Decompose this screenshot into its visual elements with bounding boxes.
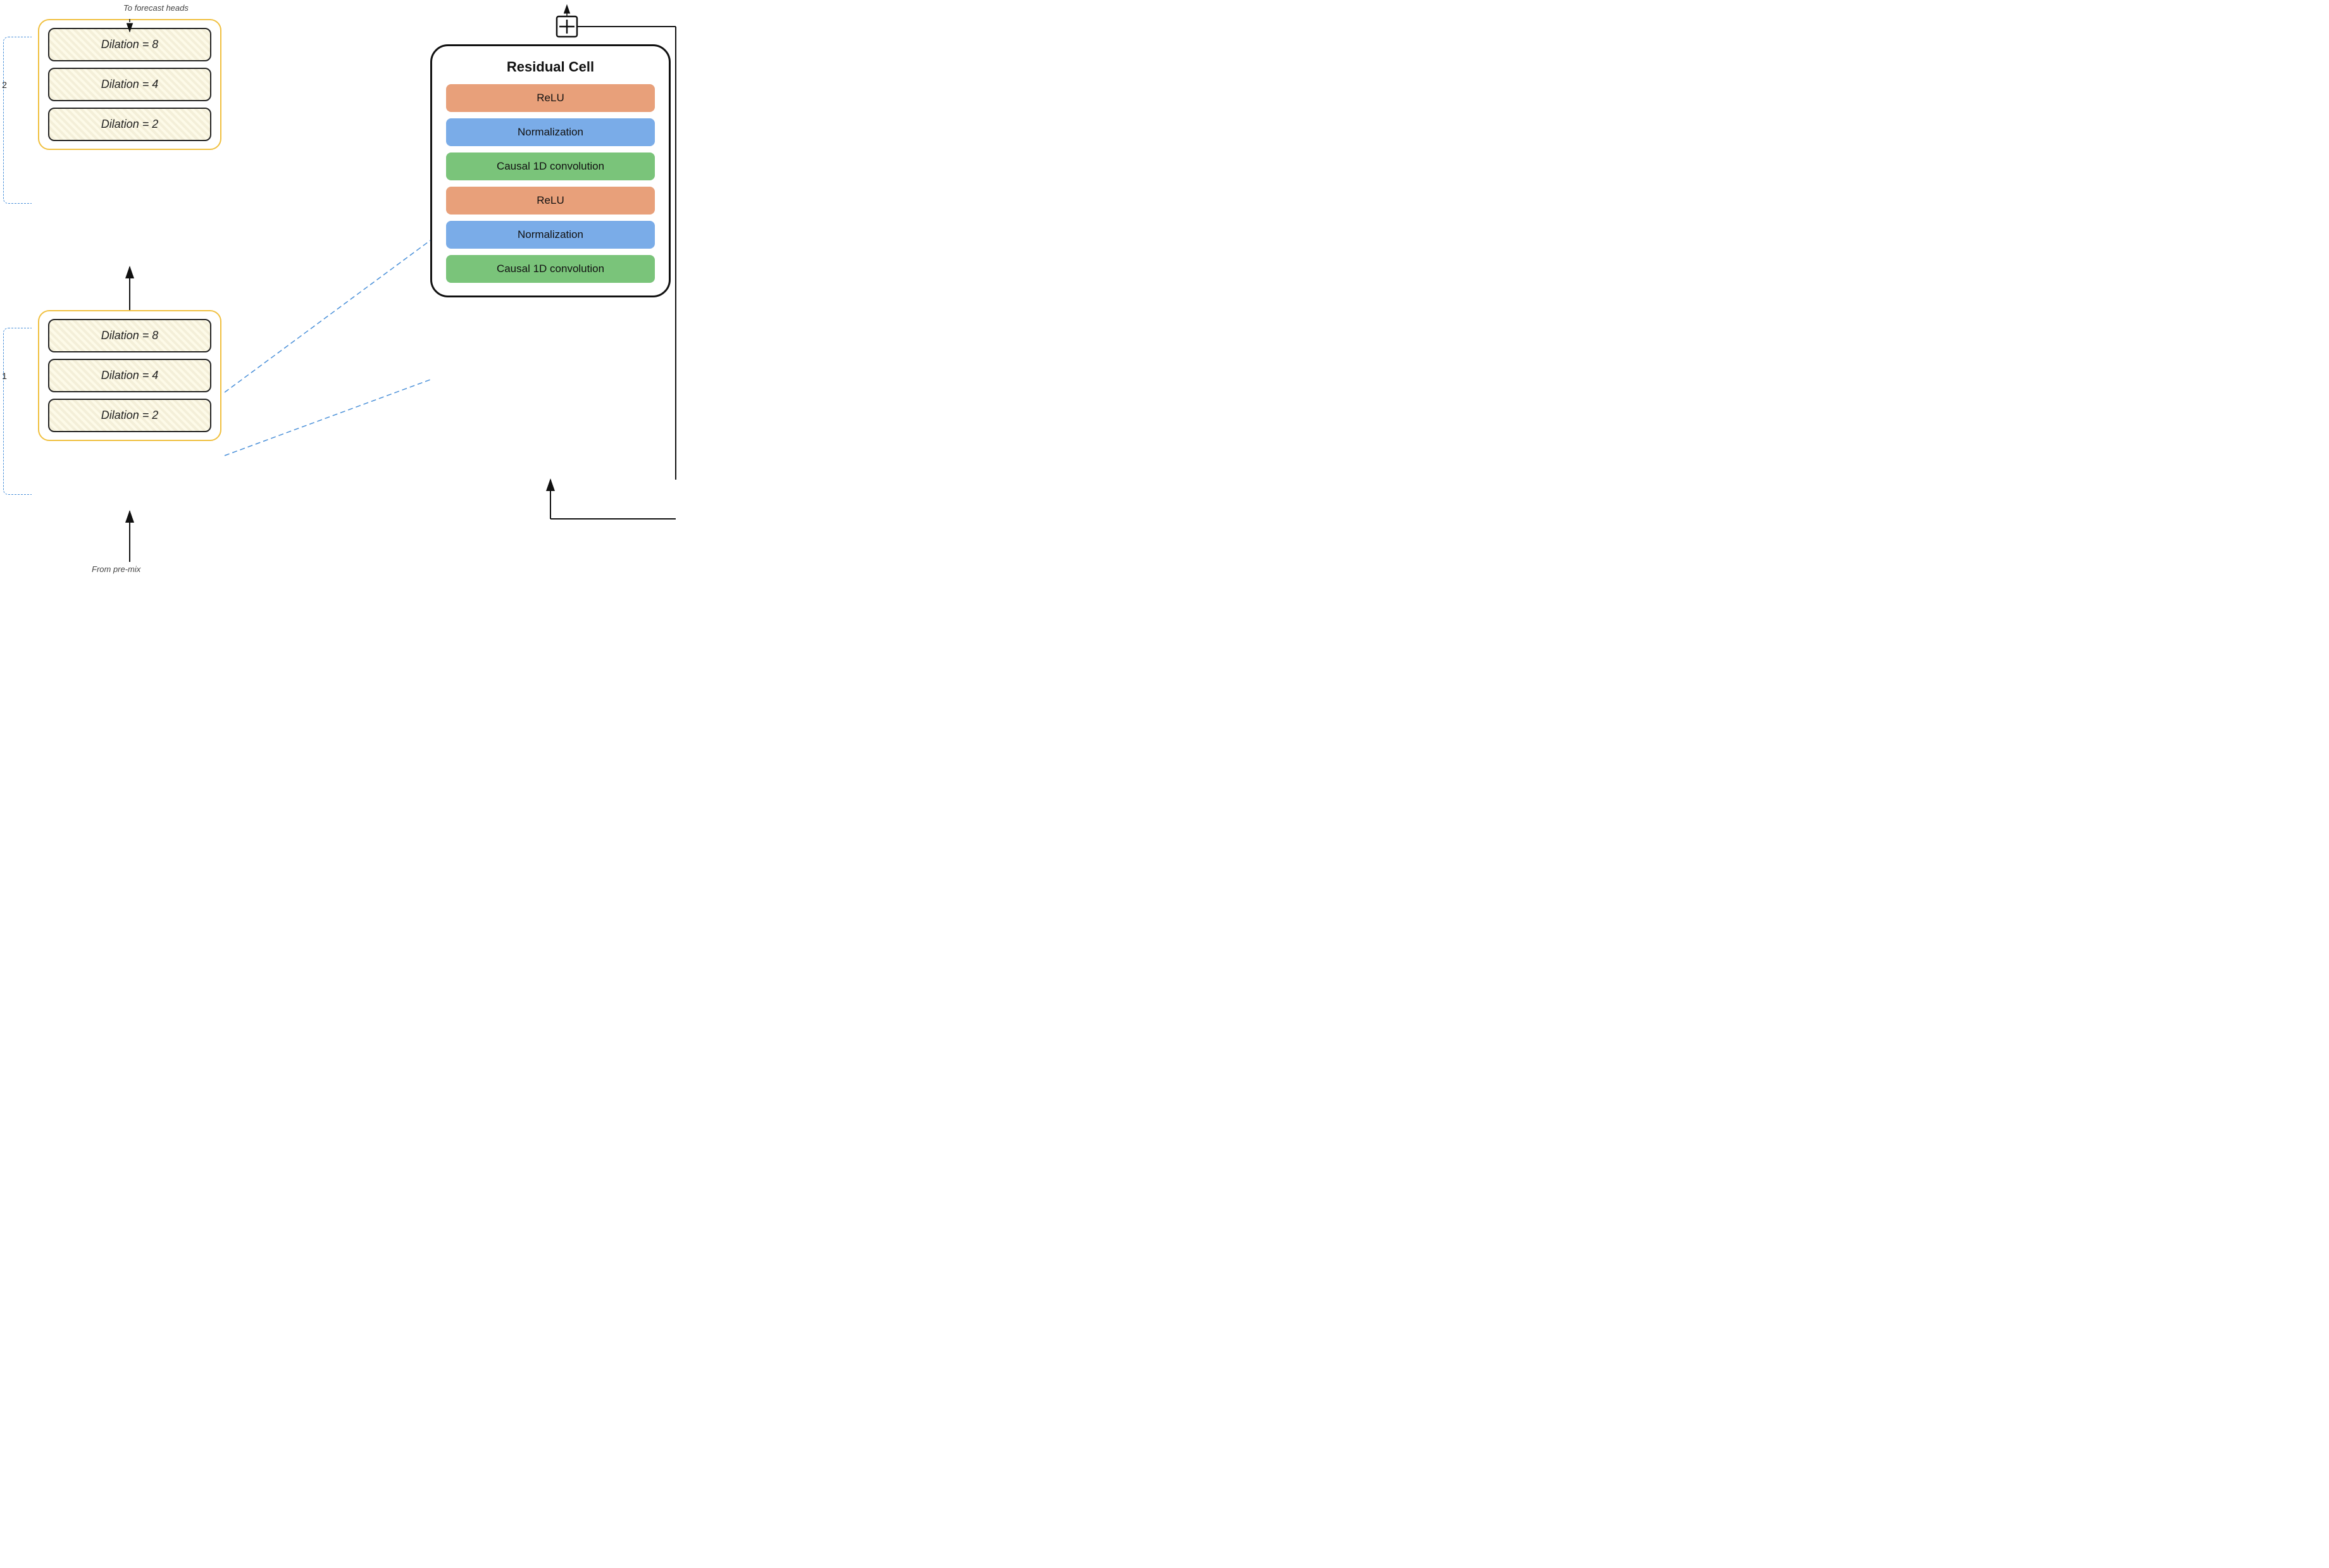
premix-label: From pre-mix: [92, 564, 140, 574]
block1-d2: Dilation = 2: [48, 399, 211, 432]
block1-outer: Dilation = 8 Dilation = 4 Dilation = 2: [38, 310, 221, 441]
block1-label: Block 1: [0, 371, 7, 381]
block1-bracket: [3, 328, 32, 495]
plus-symbol: +: [556, 19, 578, 42]
rc-norm-2: Normalization: [446, 221, 655, 249]
residual-cell-title: Residual Cell: [446, 59, 655, 75]
block2-d4: Dilation = 4: [48, 68, 211, 101]
residual-cell: Residual Cell ReLU Normalization Causal …: [430, 44, 671, 297]
block2-group: Block 2 Dilation = 8 Dilation = 4 Dilati…: [38, 19, 221, 150]
rc-relu-1: ReLU: [446, 84, 655, 112]
block1-d4: Dilation = 4: [48, 359, 211, 392]
forecast-label: To forecast heads: [123, 3, 189, 13]
rc-conv-2: Causal 1D convolution: [446, 255, 655, 283]
rc-conv-1: Causal 1D convolution: [446, 152, 655, 180]
block2-outer: Dilation = 8 Dilation = 4 Dilation = 2: [38, 19, 221, 150]
rc-relu-2: ReLU: [446, 187, 655, 215]
block2-bracket: [3, 37, 32, 204]
diagram-container: To forecast heads Block 2 Dilation = 8 D…: [0, 0, 848, 601]
block1-d8: Dilation = 8: [48, 319, 211, 352]
block2-d8: Dilation = 8: [48, 28, 211, 61]
rc-norm-1: Normalization: [446, 118, 655, 146]
block1-group: Block 1 Dilation = 8 Dilation = 4 Dilati…: [38, 310, 221, 441]
block2-d2: Dilation = 2: [48, 108, 211, 141]
block2-label: Block 2: [0, 80, 7, 90]
